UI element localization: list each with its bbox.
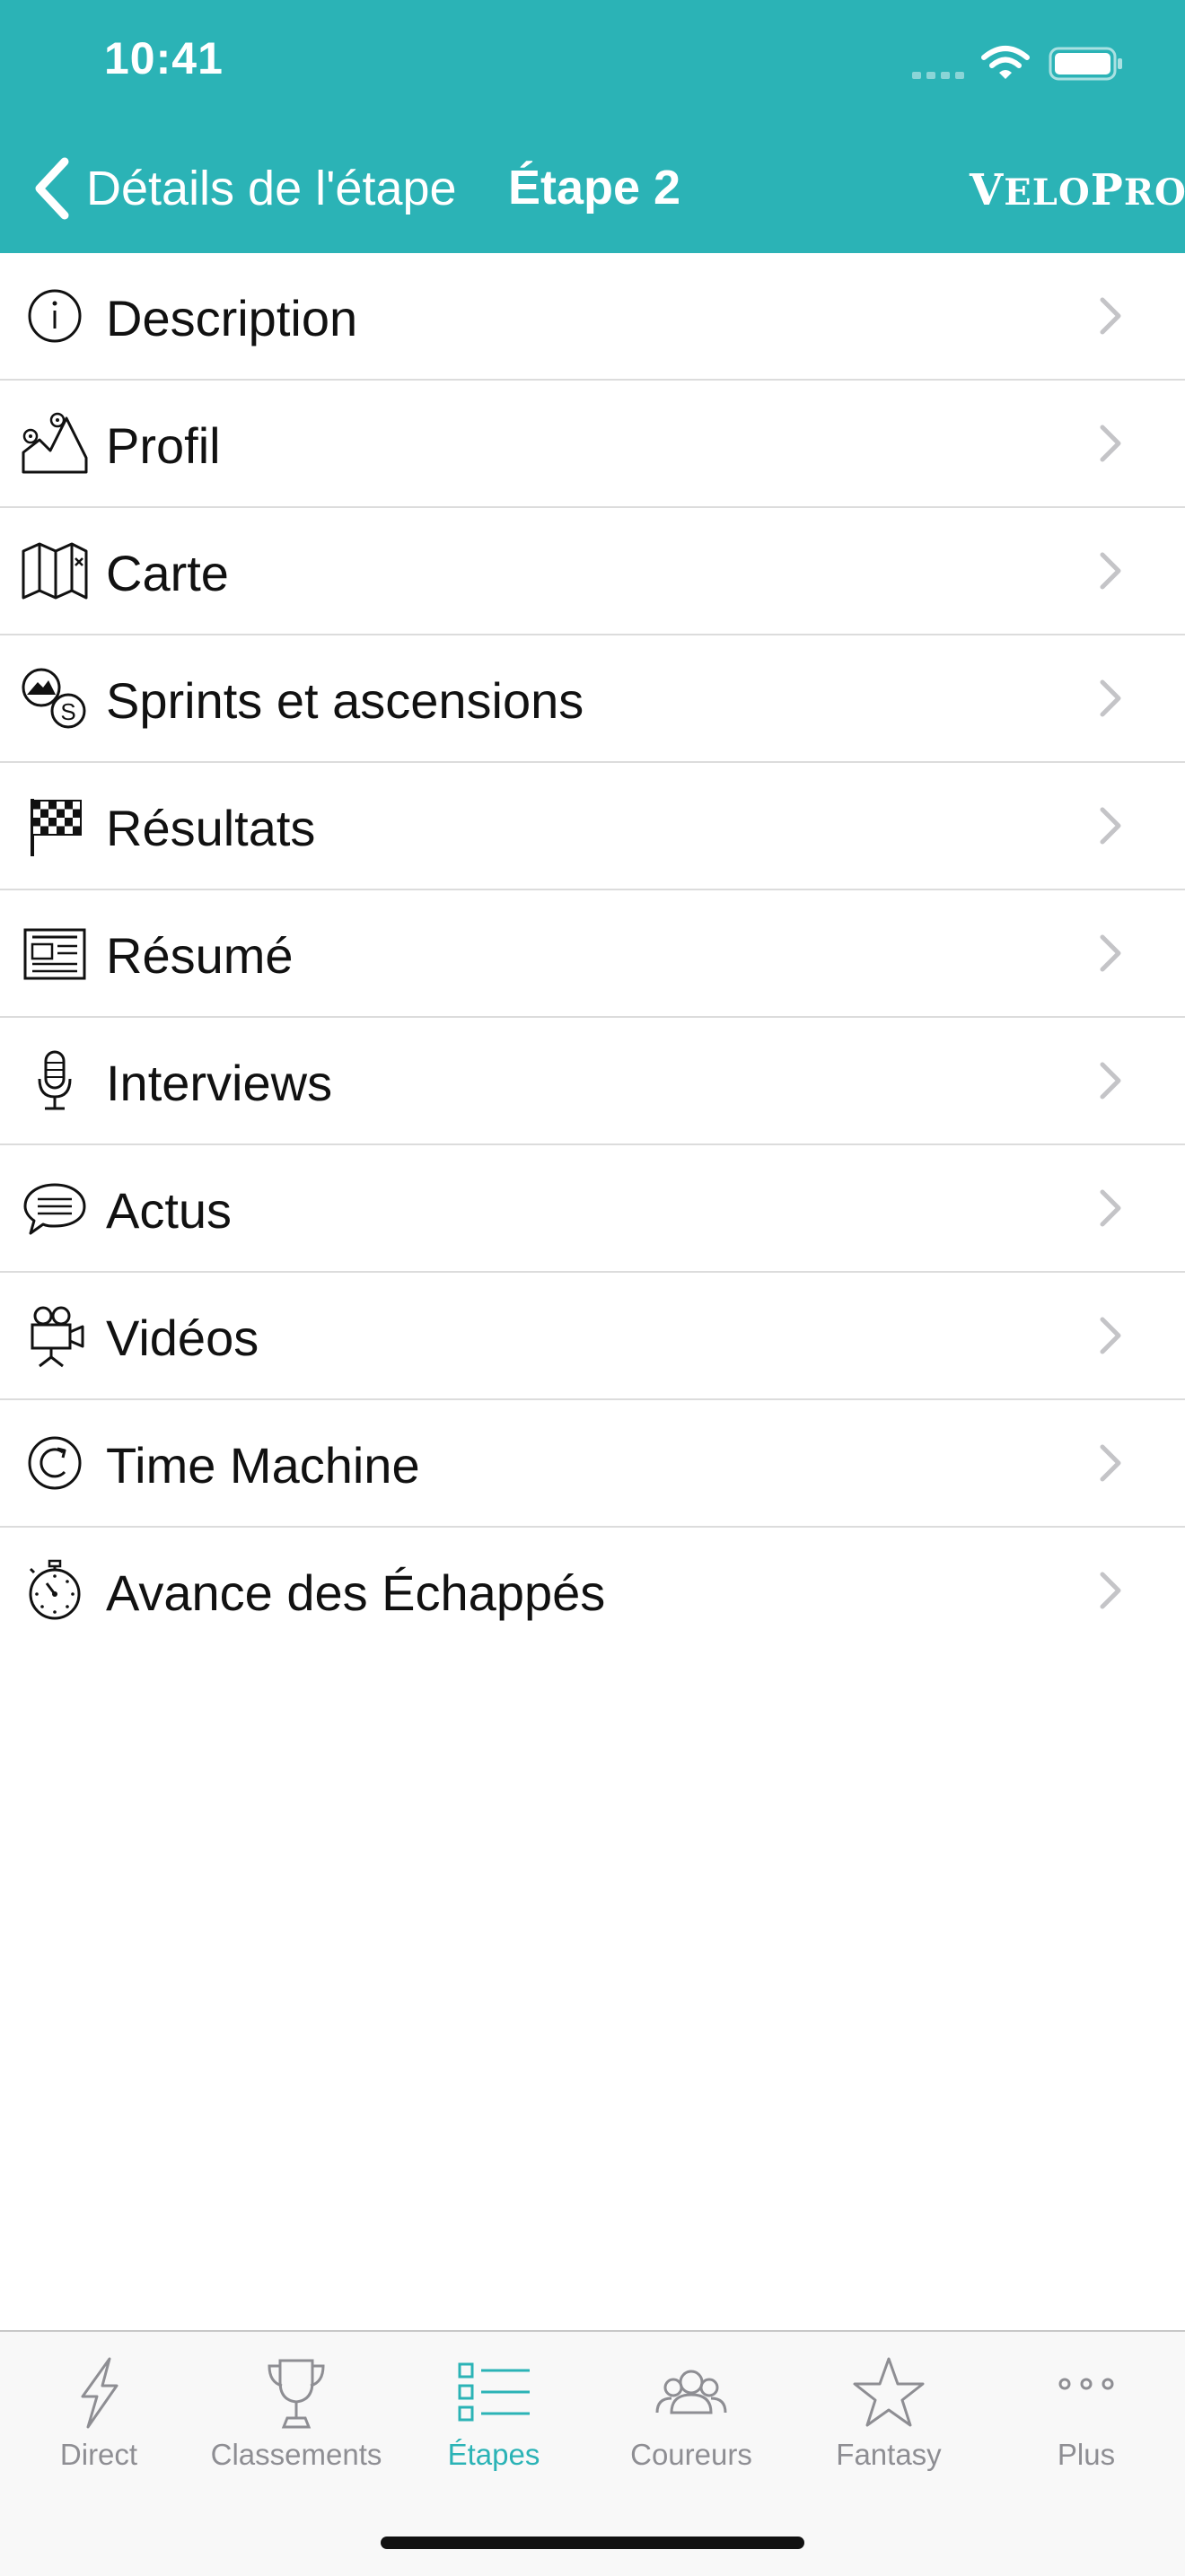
menu-item-resultats[interactable]: Résultats xyxy=(0,763,1185,890)
menu-item-description[interactable]: Description xyxy=(0,253,1185,381)
tab-classements[interactable]: Classements xyxy=(198,2332,395,2493)
chevron-right-icon xyxy=(1100,1444,1121,1482)
back-button-label: Détails de l'étape xyxy=(86,162,457,215)
speech-bubble-icon xyxy=(20,1176,90,1240)
stopwatch-icon xyxy=(20,1558,90,1623)
refresh-icon xyxy=(20,1431,90,1495)
menu-item-label: Description xyxy=(106,290,358,346)
star-icon xyxy=(853,2357,925,2427)
menu-item-label: Avance des Échappés xyxy=(106,1564,606,1621)
battery-icon xyxy=(1049,47,1122,81)
tab-label: Coureurs xyxy=(630,2438,752,2471)
menu-item-actus[interactable]: Actus xyxy=(0,1145,1185,1273)
svg-text:S: S xyxy=(60,698,75,725)
checkered-flag-icon xyxy=(20,793,90,858)
menu-item-profil[interactable]: Profil xyxy=(0,381,1185,508)
sprints-climbs-icon: S xyxy=(20,666,90,731)
trophy-icon xyxy=(268,2359,325,2429)
chevron-right-icon xyxy=(1100,552,1121,590)
menu-item-interviews[interactable]: Interviews xyxy=(0,1018,1185,1145)
menu-item-label: Résultats xyxy=(106,800,316,856)
page-title: Étape 2 xyxy=(508,161,681,215)
stage-menu-list: Description Profil Carte S Sprints et as… xyxy=(0,253,1185,1653)
menu-item-sprints[interactable]: S Sprints et ascensions xyxy=(0,635,1185,763)
microphone-icon xyxy=(20,1048,90,1113)
cellular-signal-icon xyxy=(912,72,964,79)
list-icon xyxy=(458,2362,530,2422)
tab-etapes[interactable]: Étapes xyxy=(395,2332,592,2493)
chevron-right-icon xyxy=(1100,1062,1121,1100)
info-icon xyxy=(20,284,90,348)
menu-item-label: Actus xyxy=(106,1182,233,1239)
tab-label: Direct xyxy=(59,2438,138,2471)
menu-item-time-machine[interactable]: Time Machine xyxy=(0,1400,1185,1528)
menu-item-label: Résumé xyxy=(106,927,294,984)
lightning-icon xyxy=(81,2357,118,2429)
menu-item-label: Sprints et ascensions xyxy=(106,672,584,729)
chevron-right-icon xyxy=(1100,1572,1121,1609)
more-icon xyxy=(1058,2378,1114,2390)
menu-item-label: Carte xyxy=(106,545,229,601)
tab-label: Plus xyxy=(1057,2438,1116,2471)
map-icon xyxy=(20,539,90,603)
tab-plus[interactable]: Plus xyxy=(988,2332,1185,2493)
tab-label: Classements xyxy=(210,2438,382,2471)
navigation-header: 10:41 Détails de l'étape Étape 2 VELOPRO xyxy=(0,0,1185,253)
newspaper-icon xyxy=(20,921,90,986)
chevron-right-icon xyxy=(1100,425,1121,462)
chevron-right-icon xyxy=(1100,807,1121,845)
menu-item-label: Interviews xyxy=(106,1055,333,1111)
status-time: 10:41 xyxy=(104,33,224,83)
chevron-right-icon xyxy=(1100,1189,1121,1227)
menu-item-resume[interactable]: Résumé xyxy=(0,890,1185,1018)
menu-item-label: Profil xyxy=(106,417,221,474)
tab-label: Fantasy xyxy=(836,2438,942,2471)
chevron-right-icon xyxy=(1100,679,1121,717)
people-icon xyxy=(655,2370,727,2414)
profile-map-icon xyxy=(20,411,90,476)
wifi-icon xyxy=(981,46,1030,79)
back-button[interactable]: Détails de l'étape xyxy=(32,153,457,224)
chevron-left-icon xyxy=(35,157,69,220)
tab-label: Étapes xyxy=(447,2438,540,2471)
menu-item-videos[interactable]: Vidéos xyxy=(0,1273,1185,1400)
tab-coureurs[interactable]: Coureurs xyxy=(592,2332,790,2493)
chevron-right-icon xyxy=(1100,934,1121,972)
video-camera-icon xyxy=(20,1303,90,1368)
tab-direct[interactable]: Direct xyxy=(0,2332,198,2493)
chevron-right-icon xyxy=(1100,1317,1121,1354)
menu-item-label: Vidéos xyxy=(106,1310,259,1366)
menu-item-carte[interactable]: Carte xyxy=(0,508,1185,635)
home-indicator[interactable] xyxy=(381,2537,804,2549)
chevron-right-icon xyxy=(1100,297,1121,335)
brand-logo: VELOPRO xyxy=(970,165,1185,215)
menu-item-avance-echappes[interactable]: Avance des Échappés xyxy=(0,1528,1185,1653)
tab-fantasy[interactable]: Fantasy xyxy=(790,2332,988,2493)
menu-item-label: Time Machine xyxy=(106,1437,420,1494)
